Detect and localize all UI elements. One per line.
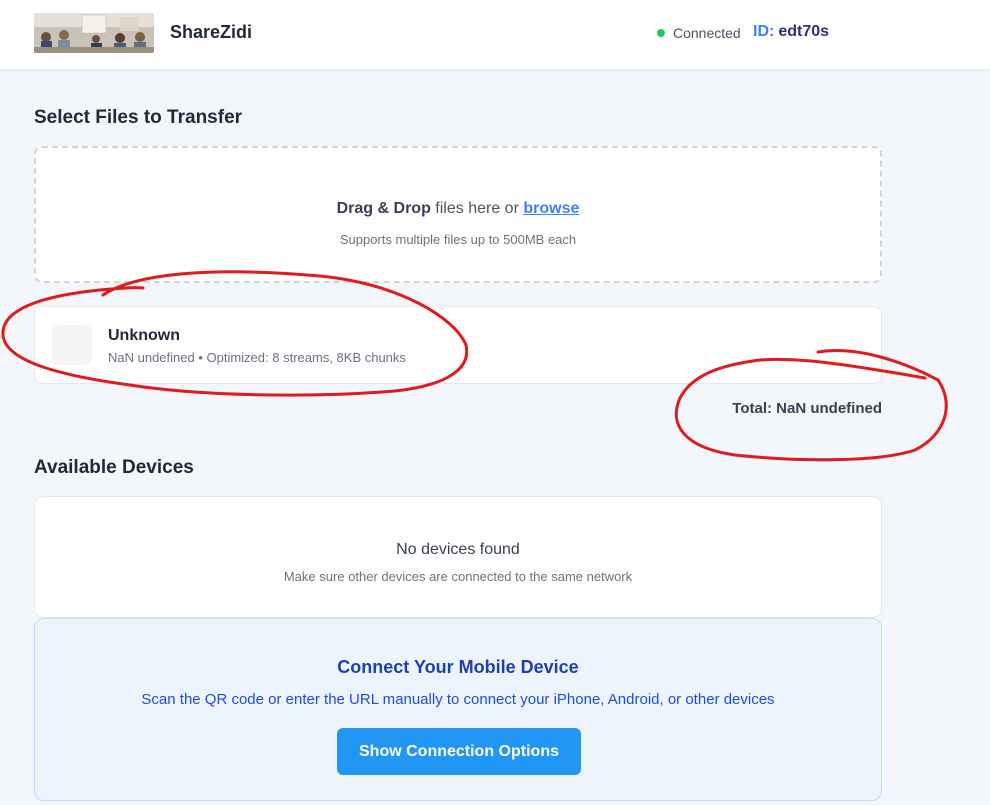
app-title: ShareZidi bbox=[170, 22, 253, 42]
devices-section-title: Available Devices bbox=[34, 457, 194, 478]
no-devices-subtitle: Make sure other devices are connected to… bbox=[283, 569, 633, 584]
file-list-item[interactable]: Unknown NaN undefined • Optimized: 8 str… bbox=[34, 306, 882, 384]
status-dot-icon bbox=[657, 29, 665, 37]
file-meta: NaN undefined • Optimized: 8 streams, 8K… bbox=[108, 350, 406, 365]
browse-link[interactable]: browse bbox=[523, 200, 579, 217]
app-header: ShareZidi Connected ID: edt70s bbox=[0, 0, 990, 70]
dropzone-bold-text: Drag & Drop bbox=[336, 200, 431, 217]
dropzone-text: files here or bbox=[430, 200, 524, 217]
peer-id: ID: edt70s bbox=[753, 23, 829, 41]
mobile-connect-panel: Connect Your Mobile Device Scan the QR c… bbox=[34, 618, 882, 801]
devices-list: No devices found Make sure other devices… bbox=[34, 496, 882, 618]
dropzone-subtext: Supports multiple files up to 500MB each bbox=[339, 232, 577, 247]
file-thumbnail-icon bbox=[52, 325, 92, 365]
show-connection-options-button[interactable]: Show Connection Options bbox=[337, 728, 581, 775]
mobile-connect-subtitle: Scan the QR code or enter the URL manual… bbox=[141, 691, 775, 708]
status-text: Connected bbox=[673, 25, 741, 41]
total-size: Total: NaN undefined bbox=[732, 400, 882, 417]
connection-status: Connected bbox=[657, 25, 741, 41]
dropzone-instructions: Drag & Drop files here or browse bbox=[36, 200, 880, 218]
file-dropzone[interactable]: Drag & Drop files here or browse Support… bbox=[34, 146, 882, 283]
peer-id-label: ID: bbox=[753, 23, 775, 40]
logo-photo-icon bbox=[34, 13, 154, 53]
app-logo[interactable] bbox=[34, 13, 154, 53]
file-name: Unknown bbox=[108, 327, 180, 344]
no-devices-title: No devices found bbox=[396, 541, 520, 558]
files-section-title: Select Files to Transfer bbox=[34, 107, 243, 128]
mobile-connect-title: Connect Your Mobile Device bbox=[337, 657, 579, 677]
peer-id-value: edt70s bbox=[778, 23, 830, 40]
